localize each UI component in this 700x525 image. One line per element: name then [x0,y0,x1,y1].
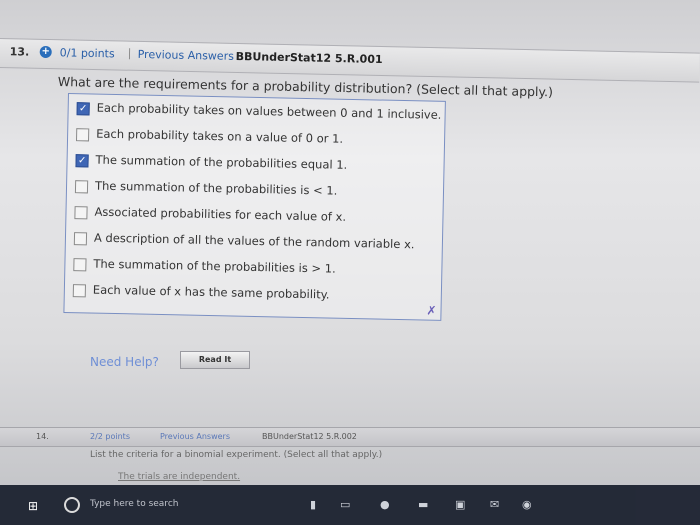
question-14-option[interactable]: The trials are independent. [118,472,240,482]
expand-plus-icon[interactable]: + [39,45,52,59]
option-label: A description of all the values of the r… [93,230,415,252]
file-explorer-icon[interactable]: ▬ [418,498,428,511]
option-label: Associated probabilities for each value … [94,204,347,224]
taskbar-search-input[interactable]: Type here to search [90,496,260,512]
need-help-label: Need Help? [90,355,159,369]
checkbox[interactable] [74,180,89,194]
option-label: Each probability takes on a value of 0 o… [96,126,344,146]
chrome-icon[interactable]: ◉ [522,498,532,511]
checkbox[interactable] [74,206,88,220]
option-label: The summation of the probabilities equal… [95,152,348,172]
question-14-header: 14. 2/2 points Previous Answers BBUnderS… [0,427,700,447]
question-number: 14. [36,432,49,441]
separator: | [127,46,132,60]
edge-icon[interactable]: ● [380,498,390,511]
question-number: 13. [9,45,30,59]
points-score: 2/2 points [90,432,130,441]
checkbox[interactable]: ✓ [75,154,89,168]
answer-options-box: ✓ Each probability takes on values betwe… [63,93,446,321]
read-it-button[interactable]: Read It [180,351,250,369]
checkbox[interactable] [75,128,90,142]
incorrect-x-icon: ✗ [426,303,437,318]
previous-answers-link[interactable]: Previous Answers [160,432,230,441]
checkbox[interactable] [73,232,88,246]
previous-answers-link[interactable]: Previous Answers [138,48,234,63]
mail-icon[interactable]: ✉ [490,498,499,511]
option-label: Each value of x has the same probability… [92,282,330,302]
checkbox[interactable] [72,284,86,298]
windows-start-icon[interactable]: ⊞ [28,499,38,513]
option-label: The summation of the probabilities is < … [94,178,338,198]
checkbox[interactable]: ✓ [76,102,90,116]
question-id: BBUnderStat12 5.R.002 [262,432,357,441]
option-label: Each probability takes on values between… [96,100,442,122]
screen: 13. + 0/1 points | Previous Answers BBUn… [0,0,700,525]
question-14-text: List the criteria for a binomial experim… [90,450,383,460]
search-icon[interactable] [64,497,80,513]
taskbar: ⊞ Type here to search ▮ ▭ ● ▬ ▣ ✉ ◉ [0,485,700,525]
microphone-icon[interactable]: ▮ [310,498,316,511]
option-label: The summation of the probabilities is > … [93,256,336,276]
task-view-icon[interactable]: ▭ [340,498,350,511]
points-score: 0/1 points [59,46,115,61]
question-id: BBUnderStat12 5.R.001 [235,49,383,67]
checkbox[interactable] [73,258,87,272]
store-icon[interactable]: ▣ [455,498,465,511]
